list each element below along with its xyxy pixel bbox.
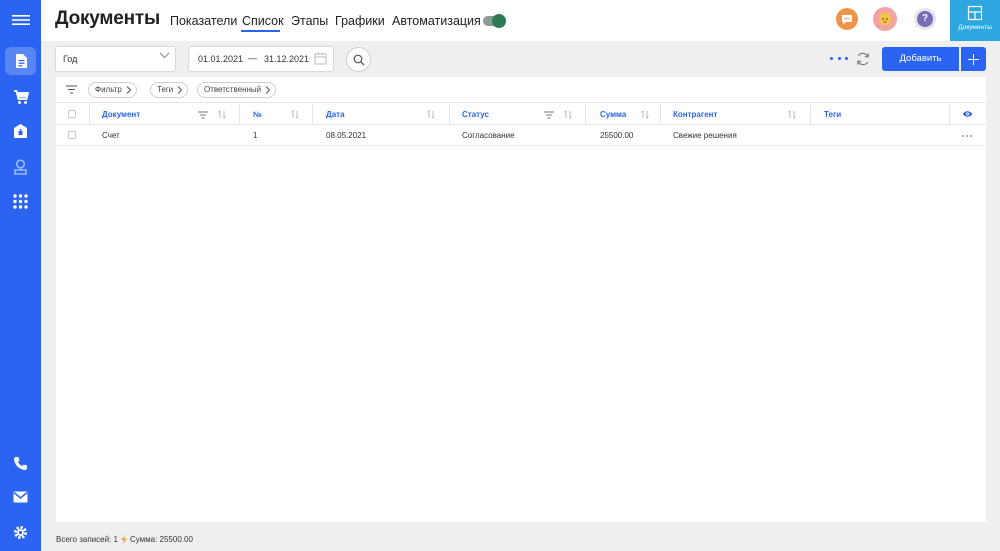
phone-icon	[14, 456, 27, 470]
briefcase-icon	[14, 124, 27, 138]
sort-icon[interactable]	[788, 110, 796, 119]
help-icon[interactable]: ?	[914, 8, 936, 30]
refresh-icon[interactable]	[855, 51, 871, 67]
date-range-input[interactable]: 01.01.2021 — 31.12.2021	[188, 46, 334, 72]
column-tags[interactable]: Теги	[811, 104, 950, 125]
sort-icon[interactable]	[641, 110, 649, 119]
tab-stages[interactable]: Этапы	[291, 14, 328, 28]
chevron-right-icon	[177, 86, 183, 94]
sort-icon[interactable]	[564, 110, 572, 119]
date-to[interactable]: 31.12.2021	[264, 54, 309, 64]
column-visibility[interactable]	[950, 104, 986, 125]
row-document[interactable]: Счет	[102, 131, 120, 140]
column-document[interactable]: Документ	[90, 104, 240, 125]
sidebar-item-apps[interactable]	[5, 187, 36, 215]
cart-icon	[13, 89, 29, 104]
responsible-chip-label: Ответственный	[204, 85, 262, 94]
tags-chip[interactable]: Теги	[150, 82, 189, 98]
chevron-down-icon[interactable]	[159, 52, 170, 59]
column-tags-label: Теги	[824, 110, 842, 119]
sidebar-item-briefcase[interactable]	[5, 117, 36, 145]
sidebar	[0, 0, 41, 551]
date-separator: —	[248, 53, 257, 63]
more-options-icon[interactable]	[830, 52, 848, 64]
chevron-right-icon	[265, 86, 271, 94]
tab-indicators[interactable]: Показатели	[170, 14, 237, 28]
table-row[interactable]: Счет 1 08.05.2021 Согласование 25500.00 …	[56, 125, 986, 146]
add-button[interactable]: Добавить	[882, 47, 959, 71]
column-number[interactable]: №	[240, 104, 313, 125]
active-tab-underline	[241, 30, 280, 32]
documents-tile-label: Документы	[958, 24, 992, 31]
select-all-cell	[56, 104, 90, 125]
responsible-chip[interactable]: Ответственный	[197, 82, 277, 98]
header: Документы Показатели Список Этапы График…	[41, 0, 1000, 41]
column-document-label: Документ	[102, 110, 141, 119]
menu-icon[interactable]	[5, 6, 36, 34]
sort-icon[interactable]	[427, 110, 435, 119]
table-header: Документ № Дата Статус Сумма Контрагент …	[56, 104, 986, 125]
automation-toggle-knob	[492, 14, 506, 28]
tags-chip-label: Теги	[157, 85, 174, 94]
column-counterparty-label: Контрагент	[673, 110, 718, 119]
eye-icon[interactable]	[962, 110, 973, 118]
chat-icon[interactable]	[836, 8, 858, 30]
chevron-right-icon	[126, 86, 132, 94]
sidebar-item-settings[interactable]	[5, 518, 36, 546]
add-plus-button[interactable]	[961, 47, 986, 71]
row-actions-icon[interactable]	[962, 135, 972, 137]
column-amount[interactable]: Сумма	[586, 104, 661, 125]
apps-grid-icon	[13, 193, 28, 209]
calendar-icon[interactable]	[314, 52, 327, 65]
column-date[interactable]: Дата	[313, 104, 450, 125]
column-date-label: Дата	[326, 110, 345, 119]
filter-bar: Фильтр Теги Ответственный	[56, 77, 986, 103]
sidebar-item-documents[interactable]	[5, 47, 36, 75]
filter-lines-icon[interactable]	[66, 85, 77, 94]
records-count: Всего записей: 1	[56, 535, 118, 544]
sidebar-item-mail[interactable]	[5, 483, 36, 511]
select-all-checkbox[interactable]	[68, 110, 76, 118]
period-select[interactable]: Год	[55, 46, 176, 72]
column-status-label: Статус	[462, 110, 489, 119]
search-icon	[353, 54, 364, 65]
row-amount: 25500.00	[600, 131, 634, 140]
row-number: 1	[253, 131, 258, 140]
sort-icon[interactable]	[218, 110, 226, 119]
documents-tile[interactable]: Документы	[950, 0, 1000, 41]
settings-icon	[14, 525, 27, 539]
row-date: 08.05.2021	[326, 131, 367, 140]
filter-chip-label: Фильтр	[95, 85, 122, 94]
sidebar-item-location[interactable]	[5, 153, 36, 181]
column-number-label: №	[253, 110, 262, 119]
filter-chip[interactable]: Фильтр	[88, 82, 137, 98]
mail-icon	[13, 491, 28, 503]
sort-icon[interactable]	[291, 110, 299, 119]
tab-automation[interactable]: Автоматизация	[392, 14, 481, 28]
page-title: Документы	[55, 8, 161, 29]
column-status[interactable]: Статус	[450, 104, 586, 125]
row-checkbox[interactable]	[68, 131, 76, 139]
column-filter-icon[interactable]	[544, 111, 554, 119]
lightning-icon	[120, 535, 127, 544]
sum-total: Сумма: 25500.00	[129, 535, 193, 544]
tab-charts[interactable]: Графики	[335, 14, 385, 28]
column-counterparty[interactable]: Контрагент	[661, 104, 811, 125]
tab-list[interactable]: Список	[242, 14, 284, 28]
location-icon	[14, 159, 27, 175]
column-filter-icon[interactable]	[198, 111, 208, 119]
sidebar-item-phone[interactable]	[5, 449, 36, 477]
footer-summary: Всего записей: 1 Сумма: 25500.00	[56, 535, 193, 544]
column-amount-label: Сумма	[600, 110, 627, 119]
avatar[interactable]	[873, 7, 897, 31]
documents-table-panel: Фильтр Теги Ответственный Документ № Дат…	[56, 77, 986, 522]
plus-icon	[968, 53, 979, 65]
row-status: Согласование	[462, 131, 515, 140]
date-from[interactable]: 01.01.2021	[198, 54, 243, 64]
search-button[interactable]	[346, 47, 371, 72]
documents-tile-icon	[967, 5, 983, 21]
document-icon	[15, 54, 27, 68]
sidebar-item-cart[interactable]	[5, 83, 36, 111]
row-counterparty: Свежие решения	[673, 131, 737, 140]
